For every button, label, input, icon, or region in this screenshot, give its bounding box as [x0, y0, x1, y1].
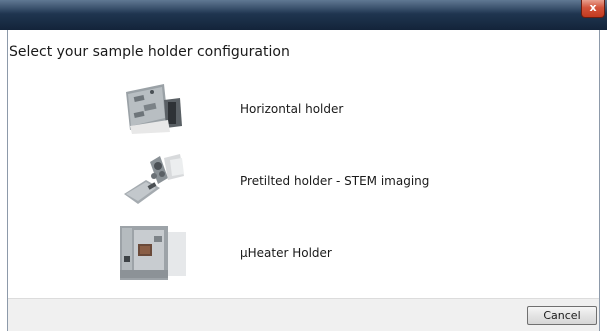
cancel-button[interactable]: Cancel — [527, 306, 597, 325]
option-label: Horizontal holder — [240, 102, 344, 116]
uheater-holder-image — [120, 226, 188, 280]
pretilted-holder-image — [120, 154, 188, 208]
dialog-footer — [8, 298, 599, 331]
option-label: µHeater Holder — [240, 246, 332, 260]
option-horizontal-holder[interactable]: Horizontal holder — [120, 82, 420, 138]
dialog-title: Select your sample holder configuration — [9, 44, 290, 60]
option-pretilted-holder[interactable]: Pretilted holder - STEM imaging — [120, 154, 429, 210]
option-label: Pretilted holder - STEM imaging — [240, 174, 430, 188]
close-button[interactable]: x — [581, 0, 605, 18]
close-icon: x — [589, 1, 597, 14]
titlebar-gloss — [0, 0, 607, 14]
horizontal-holder-image — [120, 82, 188, 136]
option-uheater-holder[interactable]: µHeater Holder — [120, 226, 420, 282]
window-titlebar[interactable]: x — [0, 0, 607, 30]
